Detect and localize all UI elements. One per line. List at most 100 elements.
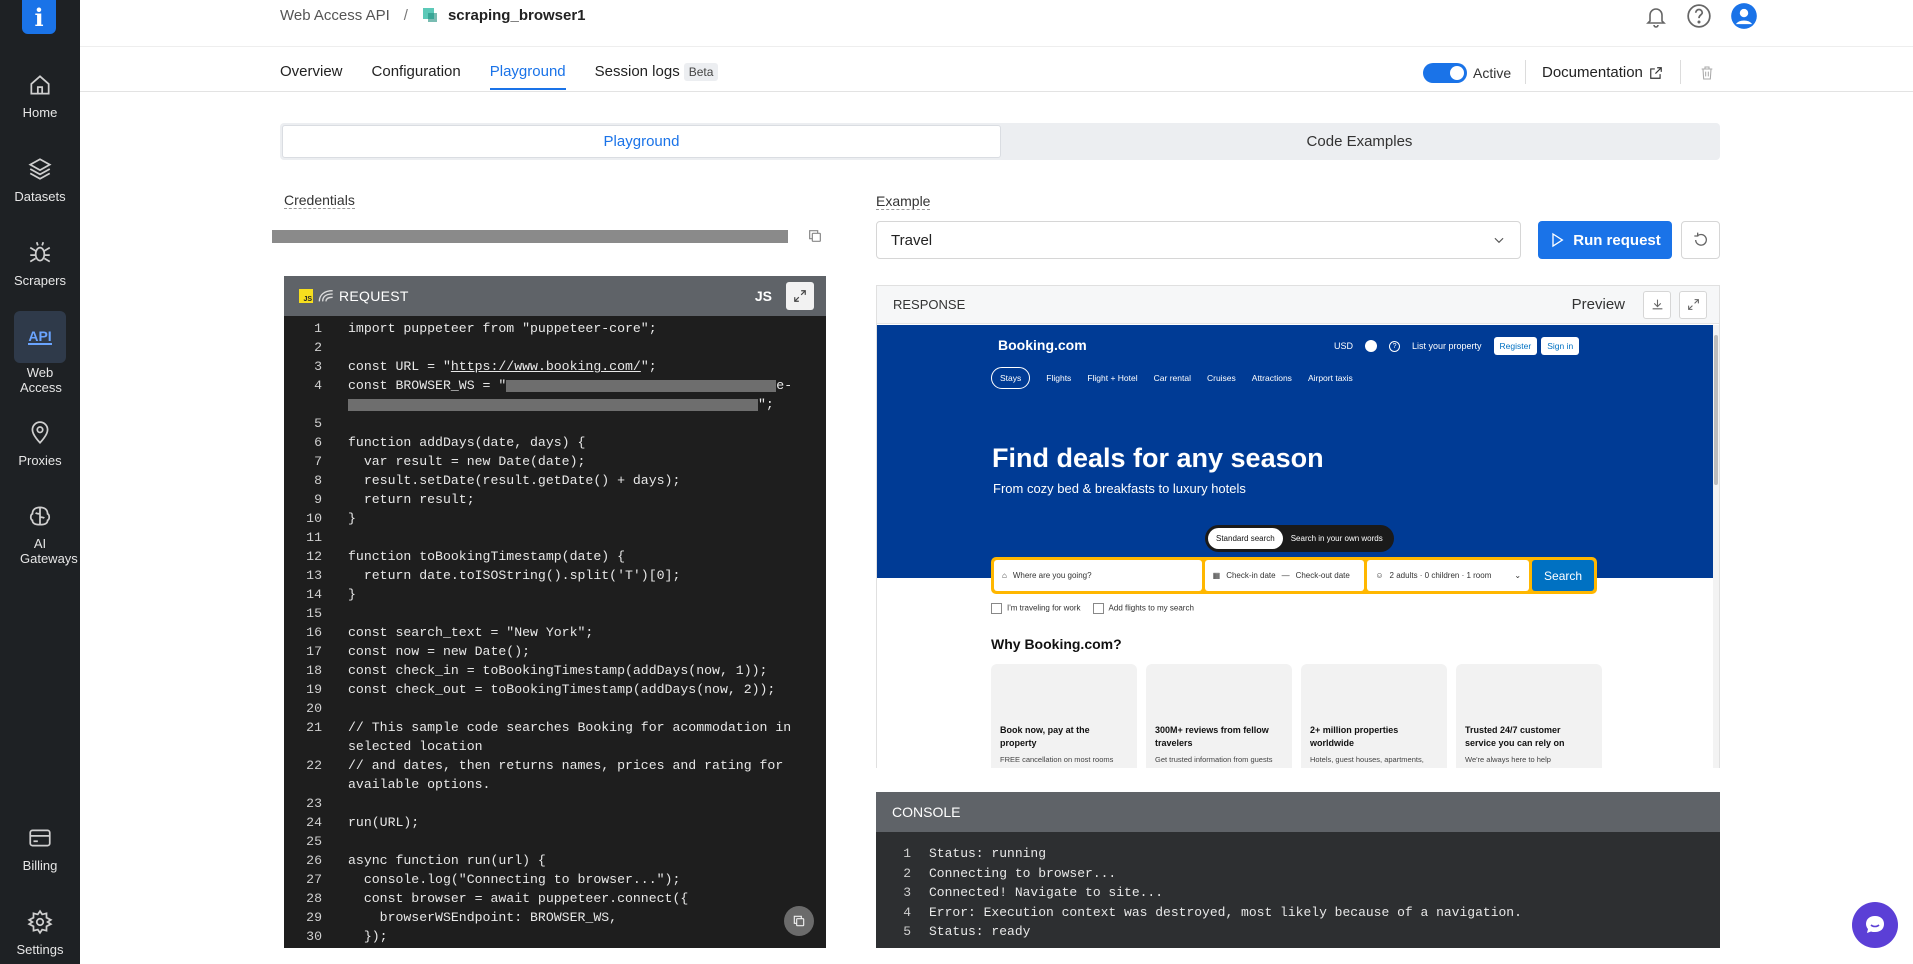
run-request-label: Run request (1573, 231, 1661, 249)
booking-nav-item: Flight + Hotel (1087, 373, 1138, 383)
js-file-icon: JS (299, 289, 313, 303)
code-line: 10} (306, 511, 356, 526)
code-line: 26 async function run(url) { (306, 853, 546, 868)
sidebar-item-datasets[interactable]: Datasets (0, 156, 80, 204)
sidebar-item-settings[interactable]: Settings (0, 909, 80, 957)
code-line: 17 const now = new Date(); (306, 644, 531, 659)
tab-bar: Overview Configuration Playground Sessio… (280, 63, 719, 90)
expand-preview-button[interactable] (1679, 290, 1707, 319)
run-request-button[interactable]: Run request (1538, 221, 1672, 259)
example-select[interactable]: Travel (876, 221, 1521, 259)
breadcrumb-parent[interactable]: Web Access API (280, 7, 390, 24)
app-logo[interactable]: i (22, 0, 56, 34)
console-output: 1 Status: running 2 Connecting to browser.… (876, 832, 1720, 942)
user-avatar-icon[interactable] (1730, 2, 1758, 30)
sidebar-item-label: Web Access (20, 365, 62, 395)
code-line: 2 (314, 340, 322, 355)
chat-icon (1866, 916, 1884, 933)
chat-button[interactable] (1852, 902, 1898, 948)
credentials-label: Credentials (284, 192, 355, 209)
zone-icon (422, 8, 437, 22)
code-line: 14} (306, 587, 356, 602)
code-line: 6 function addDays(date, days) { (314, 435, 586, 450)
request-editor[interactable]: JS REQUEST JS 1 import puppeteer from "pu… (284, 276, 826, 948)
code-line: 16 const search_text = "New York"; (306, 625, 594, 640)
code-link[interactable]: https://www.booking.com/ (451, 359, 641, 374)
waves-icon (318, 290, 333, 302)
code-line: 9 return result; (314, 492, 475, 507)
segment-code-examples[interactable]: Code Examples (1001, 125, 1718, 158)
bell-icon[interactable] (1644, 3, 1668, 29)
code-body: 1 import puppeteer from "puppeteer-core";… (284, 316, 826, 946)
booking-nav-item: Cruises (1206, 373, 1236, 383)
console-line: 3 Connected! Navigate to site... (903, 885, 1164, 900)
booking-search-button: Search (1532, 560, 1594, 591)
booking-hero: Booking.com USD ? List your property Reg… (877, 325, 1713, 578)
code-line: 3 const URL = "https://www.booking.com/"; (314, 359, 657, 374)
chevron-down-icon: ⌄ (1514, 571, 1522, 580)
proxies-icon (31, 421, 49, 444)
download-button[interactable] (1643, 290, 1671, 319)
copy-icon[interactable] (807, 228, 823, 244)
sidebar-item-ai-gateways[interactable]: AI Gateways (0, 503, 80, 566)
breadcrumb-current: scraping_browser1 (447, 6, 586, 24)
beta-badge: Beta (683, 63, 719, 81)
active-toggle[interactable] (1423, 63, 1467, 83)
sidebar-item-label: Settings (16, 942, 64, 957)
language-label: JS (754, 288, 772, 304)
code-line: 7 var result = new Date(date); (314, 454, 586, 469)
sign-in-button: Sign in (1541, 337, 1580, 355)
example-selected-value: Travel (891, 231, 933, 249)
code-line: 11 (306, 530, 322, 545)
tab-session-logs[interactable]: Session logs Beta (595, 63, 719, 90)
code-line: 8 result.setDate(result.getDate() + days… (314, 473, 681, 488)
credentials-redacted (272, 230, 788, 243)
guests-field: ☺ 2 adults · 0 children · 1 room ⌄ (1367, 560, 1530, 591)
redacted-token (506, 379, 777, 392)
code-line: 4 const BROWSER_WS = " e- (314, 378, 793, 393)
expand-icon (794, 290, 806, 302)
console-title: CONSOLE (892, 804, 961, 820)
sidebar-item-scrapers[interactable]: Scrapers (0, 240, 80, 288)
code-line: 18 const check_in = toBookingTimestamp(ad… (306, 663, 768, 678)
response-header: RESPONSE Preview (877, 286, 1719, 324)
booking-nav-item: Car rental (1153, 373, 1191, 383)
booking-nav-item: Stays (991, 367, 1031, 389)
preview-label: Preview (1571, 296, 1625, 313)
billing-icon (29, 829, 51, 847)
reset-button[interactable] (1681, 221, 1720, 259)
active-toggle-label: Active (1473, 65, 1512, 81)
sidebar-item-proxies[interactable]: Proxies (0, 420, 80, 468)
code-line: 30 }); (306, 929, 388, 944)
sidebar-item-home[interactable]: Home (0, 72, 80, 120)
list-property-link: List your property (1412, 341, 1482, 351)
segment-playground[interactable]: Playground (282, 125, 1001, 158)
why-booking-heading: Why Booking.com? (991, 636, 1122, 652)
help-icon[interactable] (1686, 3, 1712, 29)
tab-overview[interactable]: Overview (280, 63, 343, 90)
preview-scrollbar[interactable] (1713, 325, 1719, 768)
sidebar-item-web-access[interactable]: API Web Access (0, 311, 80, 395)
console-line: 4 Error: Execution context was destroyed,… (903, 904, 1522, 920)
copy-code-button[interactable] (784, 906, 814, 936)
tab-configuration[interactable]: Configuration (372, 63, 461, 90)
mode-segmented-control: Playground Code Examples (280, 123, 1720, 160)
expand-editor-button[interactable] (786, 282, 814, 310)
pill-standard: Standard search (1208, 528, 1283, 549)
booking-logo: Booking.com (998, 337, 1087, 353)
sidebar-item-billing[interactable]: Billing (0, 825, 80, 873)
breadcrumb: Web Access API / scraping_browser1 (280, 5, 586, 25)
tab-playground[interactable]: Playground (489, 63, 566, 90)
scroll-thumb[interactable] (1714, 335, 1718, 485)
documentation-label: Documentation (1542, 64, 1643, 81)
response-preview[interactable]: Booking.com USD ? List your property Reg… (877, 325, 1719, 768)
external-link-icon (1650, 66, 1662, 79)
documentation-link[interactable]: Documentation (1542, 64, 1663, 81)
chevron-down-icon (1494, 237, 1504, 244)
header-divider (80, 46, 1913, 47)
divider (1525, 60, 1526, 84)
trash-icon[interactable] (1699, 64, 1715, 82)
example-label: Example (876, 193, 931, 210)
code-line: 22// and dates, then returns names, pric… (306, 758, 784, 773)
expand-icon (1687, 299, 1699, 310)
